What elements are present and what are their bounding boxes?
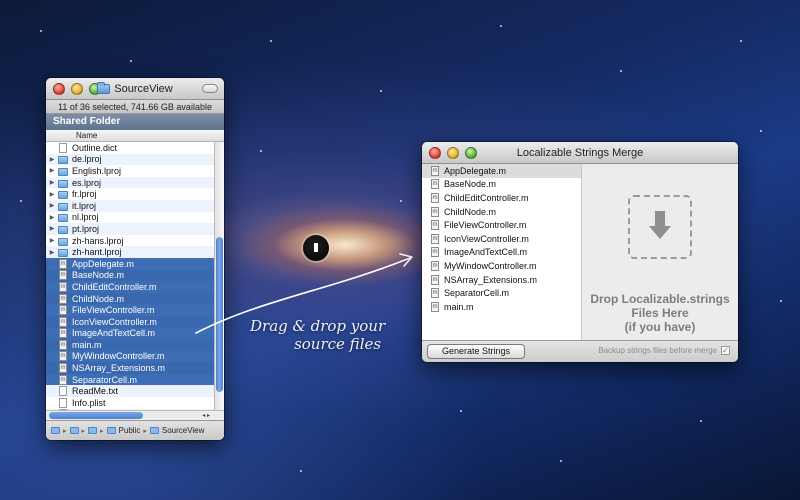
source-file-row[interactable]: m ChildNode.m	[422, 205, 581, 219]
backup-checkbox[interactable]: ✓	[721, 346, 730, 355]
merge-window: Localizable Strings Merge m AppDelegate.m…	[422, 142, 738, 362]
source-file-row[interactable]: m NSArray_Extensions.m	[422, 273, 581, 287]
galaxy-center-badge-icon	[303, 235, 329, 261]
source-file-name: NSArray_Extensions.m	[444, 274, 538, 285]
source-file-row[interactable]: m main.m	[422, 300, 581, 314]
merge-bottom-bar: Generate Strings Backup strings files be…	[422, 340, 738, 362]
source-file-row[interactable]: m ImageAndTextCell.m	[422, 246, 581, 260]
arrow-down-icon	[649, 211, 671, 243]
source-file-name: ChildNode.m	[444, 206, 497, 217]
source-file-icon: m	[431, 301, 439, 312]
source-file-icon: m	[431, 288, 439, 299]
source-file-icon: m	[431, 165, 439, 176]
source-file-name: ImageAndTextCell.m	[444, 247, 528, 258]
source-file-icon: m	[431, 206, 439, 217]
drop-target-box[interactable]	[628, 195, 692, 259]
source-file-name: FileViewController.m	[444, 220, 527, 231]
drop-line-3: (if you have)	[624, 320, 696, 334]
close-button[interactable]	[429, 147, 441, 159]
source-file-row[interactable]: m MyWindowController.m	[422, 259, 581, 273]
source-file-icon: m	[431, 274, 439, 285]
minimize-button[interactable]	[447, 147, 459, 159]
source-file-row[interactable]: m SeparatorCell.m	[422, 286, 581, 300]
backup-option[interactable]: Backup strings files before merge ✓	[598, 346, 730, 355]
source-file-icon: m	[431, 192, 439, 203]
source-file-name: AppDelegate.m	[444, 165, 507, 176]
source-file-icon: m	[431, 247, 439, 258]
source-file-list[interactable]: m AppDelegate.m m BaseNode.m m ChildEditContr…	[422, 164, 582, 340]
source-file-name: SeparatorCell.m	[444, 288, 510, 299]
source-file-row[interactable]: m BaseNode.m	[422, 178, 581, 192]
drag-caption: Drag & drop your source files	[250, 317, 385, 353]
source-file-icon: m	[431, 260, 439, 271]
source-file-row[interactable]: m IconViewController.m	[422, 232, 581, 246]
generate-strings-button[interactable]: Generate Strings	[427, 344, 526, 359]
source-file-row[interactable]: m ChildEditController.m	[422, 191, 581, 205]
backup-label: Backup strings files before merge	[598, 346, 717, 355]
merge-titlebar[interactable]: Localizable Strings Merge	[422, 142, 738, 164]
zoom-button[interactable]	[465, 147, 477, 159]
strings-drop-area[interactable]: Drop Localizable.strings Files Here (if …	[582, 164, 738, 340]
source-file-icon: m	[431, 233, 439, 244]
source-file-name: main.m	[444, 301, 474, 312]
source-file-row[interactable]: m FileViewController.m	[422, 218, 581, 232]
caption-line-2: source files	[294, 335, 382, 353]
source-file-name: IconViewController.m	[444, 233, 529, 244]
source-file-icon: m	[431, 179, 439, 190]
source-file-icon: m	[431, 220, 439, 231]
merge-title: Localizable Strings Merge	[516, 147, 644, 159]
drop-line-2: Files Here	[631, 306, 689, 320]
source-file-name: ChildEditController.m	[444, 192, 529, 203]
caption-line-1: Drag & drop your	[250, 317, 386, 335]
source-file-name: BaseNode.m	[444, 179, 497, 190]
drop-line-1: Drop Localizable.strings	[590, 292, 730, 306]
source-file-name: MyWindowController.m	[444, 260, 537, 271]
drop-instructions: Drop Localizable.strings Files Here (if …	[582, 292, 738, 334]
source-file-row[interactable]: m AppDelegate.m	[422, 164, 581, 178]
